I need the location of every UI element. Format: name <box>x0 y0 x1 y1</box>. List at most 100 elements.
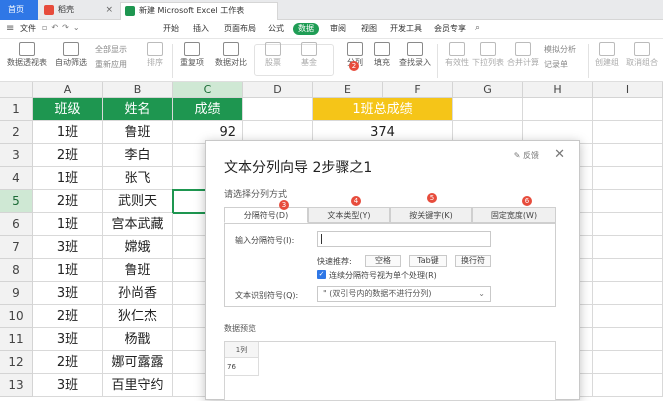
cell[interactable]: 2班 <box>33 305 103 328</box>
cell[interactable]: 鲁班 <box>103 121 173 144</box>
column-header[interactable]: C <box>173 82 243 98</box>
text-qualifier-select[interactable]: " (双引号内的数据不进行分列) ⌄ <box>317 286 491 302</box>
create-group-button[interactable]: 创建组 <box>592 42 622 68</box>
stock-button[interactable]: 股票 <box>260 42 286 68</box>
ungroup-button[interactable]: 取消组合 <box>624 42 660 68</box>
cell[interactable]: 3班 <box>33 374 103 397</box>
pivot-table-button[interactable]: 数据透视表 <box>6 42 48 68</box>
newline-button[interactable]: 换行符 <box>455 255 491 267</box>
merge-calc-button[interactable]: 合并计算 <box>506 42 540 68</box>
menu-developer[interactable]: 开发工具 <box>390 23 422 35</box>
row-header[interactable]: 13 <box>0 374 33 397</box>
cell[interactable]: 1班 <box>33 259 103 282</box>
tab-docer[interactable]: 稻壳 × <box>40 2 118 20</box>
column-header[interactable]: A <box>33 82 103 98</box>
menu-view[interactable]: 视图 <box>361 23 377 35</box>
tab-keyword[interactable]: 按关键字(K) <box>390 207 472 223</box>
empty-cells[interactable] <box>453 98 663 144</box>
cell[interactable]: 宫本武藏 <box>103 213 173 236</box>
row-header[interactable]: 6 <box>0 213 33 236</box>
auto-filter-button[interactable]: 自动筛选 <box>52 42 90 68</box>
record-form-button[interactable]: 记录单 <box>544 60 568 70</box>
row-header[interactable]: 11 <box>0 328 33 351</box>
menu-member[interactable]: 会员专享 <box>434 23 466 35</box>
column-header[interactable]: H <box>523 82 593 98</box>
close-icon[interactable]: ✕ <box>554 147 565 162</box>
cell[interactable]: 3班 <box>33 282 103 305</box>
sort-button[interactable]: 排序 <box>142 42 168 68</box>
tab-workbook[interactable]: 新建 Microsoft Excel 工作表 <box>120 2 278 20</box>
cell[interactable]: 1班 <box>33 121 103 144</box>
cell[interactable]: 武则天 <box>103 190 173 213</box>
cell[interactable]: 嫦娥 <box>103 236 173 259</box>
reapply-button[interactable]: 重新应用 <box>95 60 127 70</box>
row-header[interactable]: 3 <box>0 144 33 167</box>
row-header[interactable]: 8 <box>0 259 33 282</box>
tab-key-button[interactable]: Tab键 <box>409 255 447 267</box>
duplicates-button[interactable]: 重复项 <box>176 42 208 68</box>
row-header[interactable]: 1 <box>0 98 33 121</box>
header-cell-score[interactable]: 成绩 <box>173 98 243 121</box>
fund-button[interactable]: 基金 <box>296 42 322 68</box>
tab-fixed-width[interactable]: 固定宽度(W) <box>472 207 556 223</box>
close-tab-icon[interactable]: × <box>105 2 113 18</box>
search-icon[interactable]: ⌕ <box>475 23 480 33</box>
header-cell-name[interactable]: 姓名 <box>103 98 173 121</box>
menu-home[interactable]: 开始 <box>163 23 179 35</box>
space-button[interactable]: 空格 <box>365 255 401 267</box>
cell[interactable]: 百里守约 <box>103 374 173 397</box>
row-header[interactable]: 2 <box>0 121 33 144</box>
cell[interactable]: 孙尚香 <box>103 282 173 305</box>
data-compare-button[interactable]: 数据对比 <box>212 42 250 68</box>
menu-page-layout[interactable]: 页面布局 <box>224 23 256 35</box>
dropdown-list-button[interactable]: 下拉列表 <box>470 42 506 68</box>
cell[interactable]: 李白 <box>103 144 173 167</box>
row-header[interactable]: 12 <box>0 351 33 374</box>
cell[interactable]: 杨戬 <box>103 328 173 351</box>
cell[interactable]: 张飞 <box>103 167 173 190</box>
cell[interactable]: 娜可露露 <box>103 351 173 374</box>
row-header[interactable]: 10 <box>0 305 33 328</box>
cell[interactable]: 3班 <box>33 328 103 351</box>
cell[interactable]: 2班 <box>33 144 103 167</box>
menu-review[interactable]: 审阅 <box>330 23 346 35</box>
menu-data[interactable]: 数据 <box>293 23 319 35</box>
row-header[interactable]: 9 <box>0 282 33 305</box>
cell[interactable]: 2班 <box>33 190 103 213</box>
column-header[interactable]: B <box>103 82 173 98</box>
feedback-button[interactable]: ✎ 反馈 <box>514 150 539 161</box>
validity-button[interactable]: 有效性 <box>440 42 474 68</box>
show-all-button[interactable]: 全部显示 <box>95 45 127 55</box>
column-header[interactable]: I <box>593 82 663 98</box>
menu-file[interactable]: 文件 <box>20 23 36 35</box>
cell[interactable]: 鲁班 <box>103 259 173 282</box>
header-cell-class[interactable]: 班级 <box>33 98 103 121</box>
tab-home[interactable]: 首页 <box>0 0 38 20</box>
select-all-corner[interactable] <box>0 82 33 98</box>
empty-cells[interactable] <box>243 98 313 144</box>
row-header[interactable]: 7 <box>0 236 33 259</box>
delimiter-input[interactable] <box>317 231 491 247</box>
column-header[interactable]: D <box>243 82 313 98</box>
tab-text-type[interactable]: 文本类型(Y) <box>308 207 390 223</box>
cell[interactable]: 2班 <box>33 351 103 374</box>
tab-delimited[interactable]: 分隔符号(D) <box>224 207 308 223</box>
column-header[interactable]: G <box>453 82 523 98</box>
cell[interactable]: 1班 <box>33 167 103 190</box>
column-header[interactable]: F <box>383 82 453 98</box>
cell[interactable]: 3班 <box>33 236 103 259</box>
quick-access-icons[interactable]: ▫↶↷⌄ <box>42 23 84 32</box>
hamburger-icon[interactable]: ≡ <box>6 23 14 34</box>
lookup-entry-button[interactable]: 查找录入 <box>397 42 433 68</box>
summary-label-cell[interactable]: 1班总成绩 <box>313 98 453 121</box>
fill-button[interactable]: 填充 <box>370 42 394 68</box>
row-header[interactable]: 4 <box>0 167 33 190</box>
row-header[interactable]: 5 <box>0 190 33 213</box>
column-header[interactable]: E <box>313 82 383 98</box>
menu-formulas[interactable]: 公式 <box>268 23 284 35</box>
simulate-analysis-button[interactable]: 模拟分析 <box>544 45 576 55</box>
menu-insert[interactable]: 插入 <box>193 23 209 35</box>
cell[interactable]: 1班 <box>33 213 103 236</box>
cell[interactable]: 狄仁杰 <box>103 305 173 328</box>
consecutive-delimiter-checkbox[interactable]: ✓ <box>317 270 326 279</box>
